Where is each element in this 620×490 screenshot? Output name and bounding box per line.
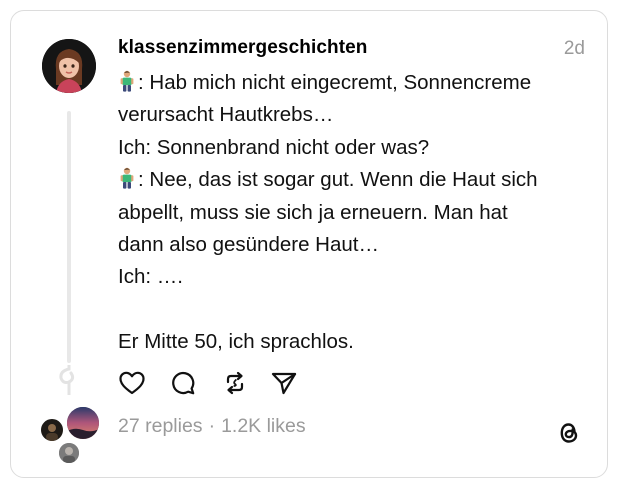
post-text: : Hab mich nicht eingecremt, Sonnencreme…	[118, 67, 593, 359]
username[interactable]: klassenzimmergeschichten	[118, 37, 368, 59]
post-text-line: verursacht Hautkrebs…	[118, 99, 593, 131]
likes-count[interactable]: 1.2K likes	[221, 415, 306, 437]
thread-line-loop	[59, 365, 75, 395]
post-card: klassenzimmergeschichten 2d : Hab mich n…	[10, 10, 608, 478]
like-button[interactable]	[116, 367, 148, 399]
post-text-segment: Ich: Sonnenbrand nicht oder was?	[118, 135, 430, 159]
post-text-line: : Nee, das ist sogar gut. Wenn die Haut …	[118, 164, 593, 196]
post-text-segment: : Hab mich nicht eingecremt, Sonnencreme	[138, 71, 532, 94]
reply-avatar	[39, 417, 65, 443]
repost-icon	[226, 371, 244, 395]
reply-avatars[interactable]	[39, 405, 103, 467]
heart-icon	[119, 371, 145, 395]
thread-line	[67, 111, 71, 363]
post-text-segment: verursacht Hautkrebs…	[118, 103, 334, 127]
timestamp: 2d	[563, 38, 585, 59]
post-stats: 27 replies · 1.2K likes	[118, 415, 306, 438]
post-text-segment: dann also gesündere Haut…	[118, 232, 379, 256]
reply-avatar	[57, 441, 81, 465]
repost-button[interactable]	[219, 367, 251, 399]
share-button[interactable]	[268, 367, 300, 399]
post-text-line: Ich: Sonnenbrand nicht oder was?	[118, 132, 593, 164]
man-emoji-icon	[120, 167, 134, 189]
post-text-segment: : Nee, das ist sogar gut. Wenn die Haut …	[138, 168, 538, 192]
post-text-line: abpellt, muss sie sich ja erneuern. Man …	[118, 197, 593, 229]
man-emoji-icon	[120, 70, 134, 92]
threads-logo-icon[interactable]	[555, 419, 583, 447]
post-text-line	[118, 294, 593, 326]
post-text-line: Ich: ….	[118, 261, 593, 293]
send-icon	[271, 372, 297, 395]
post-text-segment: abpellt, muss sie sich ja erneuern. Man …	[118, 200, 508, 224]
avatar[interactable]	[42, 39, 96, 93]
post-text-line: : Hab mich nicht eingecremt, Sonnencreme	[118, 67, 593, 99]
post-text-line: Er Mitte 50, ich sprachlos.	[118, 326, 593, 358]
post-text-segment: Er Mitte 50, ich sprachlos.	[118, 330, 354, 354]
replies-count[interactable]: 27 replies	[118, 415, 203, 437]
reply-avatar	[65, 405, 101, 441]
comment-icon	[172, 371, 195, 395]
reply-button[interactable]	[167, 367, 199, 399]
post-text-line: dann also gesündere Haut…	[118, 229, 593, 261]
stats-separator: ·	[208, 415, 216, 437]
post-text-segment: Ich: ….	[118, 265, 183, 289]
